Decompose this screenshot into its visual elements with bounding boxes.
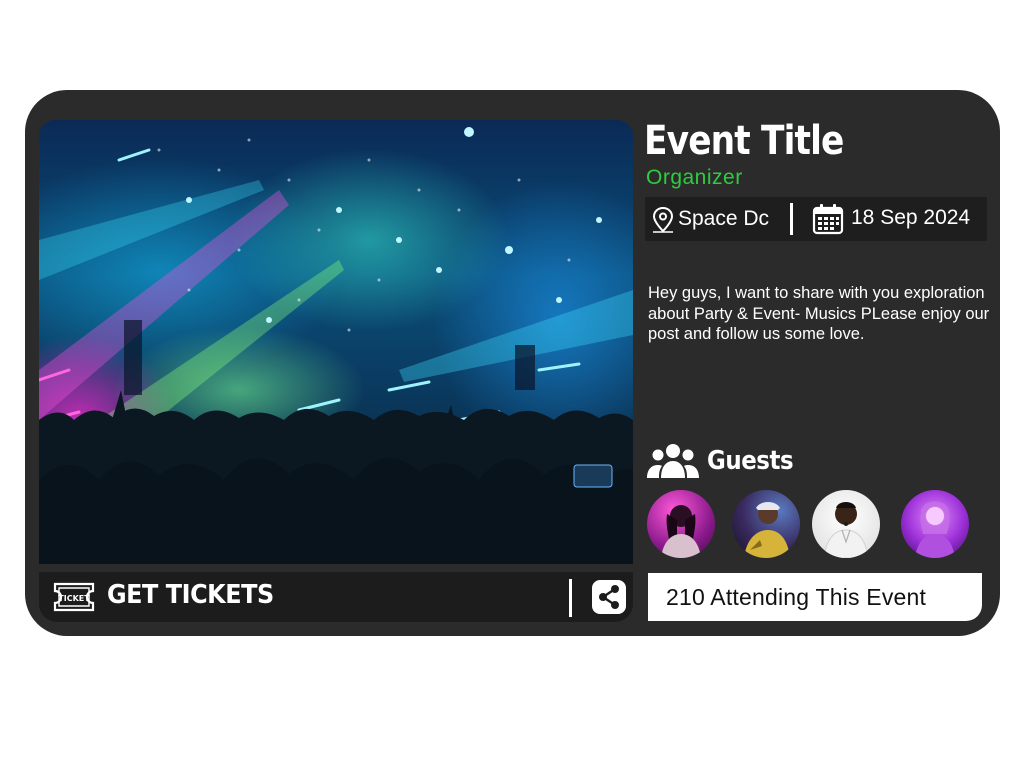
users-icon bbox=[647, 444, 699, 478]
event-organizer: Organizer bbox=[646, 166, 743, 189]
attending-count-text: 210 Attending This Event bbox=[666, 584, 927, 610]
event-description: Hey guys, I want to share with you explo… bbox=[648, 284, 990, 343]
avatar bbox=[744, 502, 790, 558]
attending-count-panel: 210 Attending This Event bbox=[648, 573, 982, 621]
ticket-bar: TICKET GET TICKETS bbox=[39, 572, 633, 622]
ticket-badge-text: TICKET bbox=[58, 594, 90, 603]
event-card: TICKET GET TICKETS Event Title Organizer… bbox=[25, 90, 1000, 636]
concert-illustration bbox=[39, 127, 633, 564]
calendar-icon bbox=[812, 204, 844, 235]
meta-divider bbox=[790, 203, 793, 235]
event-meta-bar: Space Dc 18 Sep 2024 bbox=[645, 197, 987, 241]
avatar bbox=[915, 501, 955, 558]
share-icon[interactable] bbox=[592, 580, 626, 614]
event-date: 18 Sep 2024 bbox=[851, 206, 971, 229]
guest-avatar-4[interactable] bbox=[901, 490, 969, 558]
map-pin-icon bbox=[652, 206, 674, 233]
guest-avatar-2[interactable] bbox=[732, 490, 800, 558]
get-tickets-button[interactable]: GET TICKETS bbox=[107, 580, 274, 610]
ticket-icon: TICKET bbox=[53, 582, 95, 612]
guests-label: Guests bbox=[707, 446, 794, 476]
guest-avatar-3[interactable] bbox=[812, 490, 880, 558]
event-hero-image bbox=[39, 120, 633, 564]
avatar bbox=[661, 505, 701, 558]
event-location: Space Dc bbox=[678, 207, 770, 230]
avatar bbox=[823, 502, 869, 558]
guest-avatar-1[interactable] bbox=[647, 490, 715, 558]
ticket-divider bbox=[569, 579, 572, 617]
event-title: Event Title bbox=[644, 118, 844, 164]
